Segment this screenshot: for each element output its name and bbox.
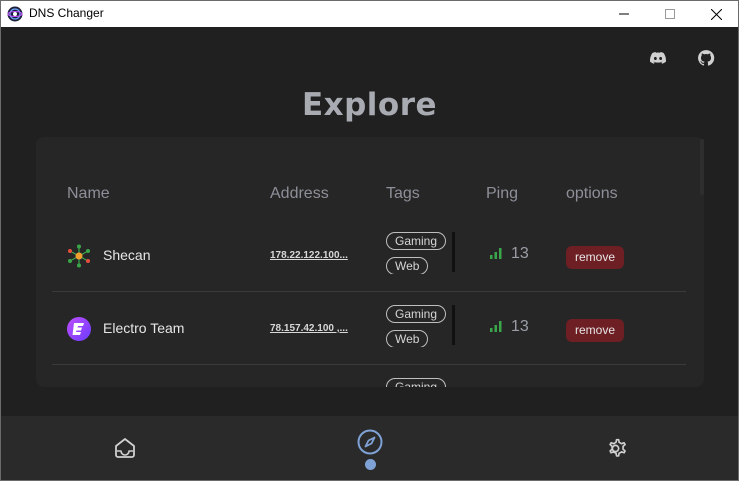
maximize-icon <box>665 9 675 19</box>
row-divider <box>52 364 686 365</box>
tags-list[interactable]: Gaming Web <box>386 232 452 274</box>
active-indicator <box>365 459 376 470</box>
electro-logo-icon <box>67 317 91 341</box>
row-divider <box>52 291 686 292</box>
dns-servers-table: Name Address Tags Ping options Shecan 17… <box>36 137 704 387</box>
signal-icon <box>490 321 502 332</box>
minimize-button[interactable] <box>601 1 647 27</box>
server-name: Shecan <box>103 247 151 263</box>
column-header-name: Name <box>67 185 110 202</box>
column-header-ping: Ping <box>486 185 519 202</box>
bottom-navigation <box>1 416 738 480</box>
column-header-address: Address <box>270 185 329 202</box>
github-icon[interactable] <box>697 49 715 67</box>
tag-gaming: Gaming <box>386 232 447 250</box>
close-button[interactable] <box>693 1 738 27</box>
signal-icon <box>490 248 502 259</box>
server-name: Electro Team <box>103 320 185 336</box>
tags-scrollbar[interactable] <box>452 305 455 345</box>
close-icon <box>710 8 722 20</box>
app-window: DNS Changer Explore Name Address Tags Pi… <box>0 0 739 481</box>
tags-list[interactable]: Gaming Web <box>386 305 452 347</box>
discord-icon[interactable] <box>649 49 667 67</box>
tag-gaming: Gaming <box>386 305 447 323</box>
tag-web: Web <box>386 257 429 274</box>
table-row[interactable]: Gaming <box>52 366 686 387</box>
page-title: Explore <box>301 87 438 123</box>
minimize-icon <box>619 13 629 15</box>
window-title: DNS Changer <box>29 6 104 20</box>
table-scrollbar[interactable] <box>700 139 704 195</box>
ping-value: 13 <box>511 245 529 262</box>
gear-icon[interactable] <box>603 436 628 461</box>
column-header-options: options <box>566 185 618 202</box>
server-address[interactable]: 78.157.42.100 ,... <box>270 323 348 334</box>
remove-button[interactable]: remove <box>566 246 624 269</box>
table-row[interactable]: Electro Team 78.157.42.100 ,... Gaming W… <box>52 293 686 365</box>
tags-list[interactable]: Gaming <box>386 378 452 387</box>
title-bar[interactable]: DNS Changer <box>1 1 738 27</box>
server-address[interactable]: 178.22.122.100... <box>270 250 348 261</box>
table-row[interactable]: Shecan 178.22.122.100... Gaming Web 13 r… <box>52 220 686 292</box>
remove-button[interactable]: remove <box>566 319 624 342</box>
shecan-logo-icon <box>68 244 90 268</box>
home-icon[interactable] <box>113 436 137 460</box>
tag-gaming: Gaming <box>386 378 447 387</box>
table-header: Name Address Tags Ping options <box>36 185 704 207</box>
compass-icon[interactable] <box>357 429 383 455</box>
maximize-button[interactable] <box>647 1 693 27</box>
column-header-tags: Tags <box>386 185 420 202</box>
tags-scrollbar[interactable] <box>452 232 455 272</box>
ping-value: 13 <box>511 318 529 335</box>
main-content: Explore Name Address Tags Ping options S… <box>1 27 738 416</box>
app-logo-icon <box>7 6 23 22</box>
tag-web: Web <box>386 330 429 347</box>
